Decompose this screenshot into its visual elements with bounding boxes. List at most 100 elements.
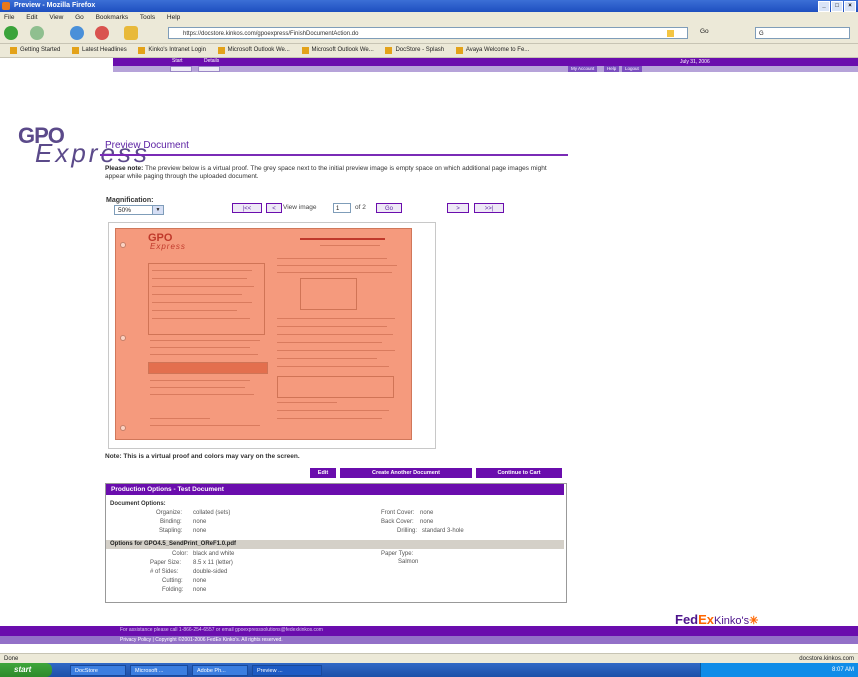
taskbar-item[interactable]: Microsoft ... [130,665,188,676]
last-page-button[interactable]: >>| [474,203,504,213]
subtab-2[interactable] [198,66,220,72]
menu-edit[interactable]: Edit [26,14,37,21]
bookmark-item[interactable]: Avaya Welcome to Fe... [455,44,529,57]
preview-text-line [277,342,382,343]
preview-note: Please note: The preview below is a virt… [105,165,565,181]
search-input[interactable]: G [755,27,850,39]
minimize-icon[interactable]: _ [818,1,830,12]
help-button[interactable]: Help [604,66,620,72]
back-icon[interactable] [4,26,18,40]
drilling-label: Drilling: [397,528,418,534]
bookmark-item[interactable]: Latest Headlines [72,44,127,57]
taskbar-item[interactable]: Adobe Ph... [192,665,248,676]
preview-text-line [150,394,254,395]
magnification-select[interactable]: 50% ▼ [114,205,164,215]
hole-punch-mark [120,335,126,341]
preview-text-line [150,425,260,426]
hole-punch-mark [120,425,126,431]
taskbar-item-active[interactable]: Preview ... [252,665,322,676]
page-number-input[interactable]: 1 [333,203,351,213]
maximize-icon[interactable]: □ [831,1,843,12]
preview-table [277,376,394,398]
preview-logo-word: Express [150,242,186,251]
paper-type-label: Paper Type: [381,551,414,557]
firefox-icon [2,2,10,10]
preview-text-line [277,418,382,419]
preview-text-line [150,354,258,355]
taskbar-item[interactable]: DocStore [70,665,126,676]
navigation-toolbar: https://docstore.kinkos.com/gpoexpress/F… [0,23,858,44]
tab-details[interactable]: Details [200,58,223,65]
magnification-value: 50% [118,207,132,214]
title-divider [100,154,568,156]
first-page-button[interactable]: |<< [232,203,262,213]
cutting-label: Cutting: [162,578,183,584]
production-options-header: Production Options - Test Document [106,484,564,495]
edit-button[interactable]: Edit [310,468,336,478]
preview-text-line [277,334,393,335]
footer-copyright[interactable]: Privacy Policy | Copyright ©2001-2006 Fe… [120,637,283,643]
clock: 8:07 AM [831,667,854,673]
logout-button[interactable]: Logout [622,66,642,72]
sides-value: double-sided [193,569,228,575]
preview-text-line [277,326,387,327]
note-label: Please note: [105,165,144,172]
virtual-proof-note: Note: This is a virtual proof and colors… [105,453,300,460]
menu-file[interactable]: File [4,14,14,21]
home-icon[interactable] [124,26,138,40]
go-button[interactable]: Go [700,28,709,35]
tab-start[interactable]: Start [168,58,187,65]
preview-text-line [152,294,242,295]
subtab-1[interactable] [170,66,192,72]
stapling-label: Stapling: [159,528,183,534]
stop-icon[interactable] [95,26,109,40]
lock-icon [667,30,674,37]
forward-icon[interactable] [30,26,44,40]
menu-tools[interactable]: Tools [140,14,155,21]
system-tray: 8:07 AM [700,663,858,677]
next-page-button[interactable]: > [447,203,469,213]
preview-table [300,278,357,310]
continue-to-cart-button[interactable]: Continue to Cart [476,468,562,478]
menu-go[interactable]: Go [75,14,84,21]
front-cover-value: none [420,510,434,516]
preview-text-line [150,340,260,341]
my-account-button[interactable]: My Account [568,66,598,72]
menu-help[interactable]: Help [167,14,180,21]
page-title: Preview Document [105,140,189,151]
paper-type-value: Salmon [398,559,419,565]
preview-text-line [277,350,395,351]
reload-icon[interactable] [70,26,84,40]
bookmarks-toolbar: Getting Started Latest Headlines Kinko's… [0,44,858,58]
bookmark-item[interactable]: DocStore - Splash [385,44,444,57]
page-count-label: of 2 [355,204,366,211]
magnification-label: Magnification: [106,197,154,204]
organize-label: Organize: [156,510,183,516]
start-button[interactable]: start [0,663,52,677]
status-text: Done [4,656,19,662]
window-titlebar: Preview - Mozilla Firefox _ □ × [0,0,858,12]
stapling-value: none [193,528,207,534]
preview-text-line [320,245,380,246]
bookmark-item[interactable]: Kinko's Intranet Login [138,44,206,57]
bookmark-item[interactable]: Microsoft Outlook We... [301,44,374,57]
close-icon[interactable]: × [844,1,856,12]
address-bar[interactable]: https://docstore.kinkos.com/gpoexpress/F… [168,27,688,39]
bookmark-item[interactable]: Microsoft Outlook We... [217,44,290,57]
preview-text-line [277,402,337,403]
preview-text-line [150,387,245,388]
bookmark-item[interactable]: Getting Started [10,44,60,57]
logo-fed: Fed [675,612,699,627]
menu-bar: File Edit View Go Bookmarks Tools Help [0,12,858,23]
preview-table [148,362,268,374]
preview-text-line [277,358,377,359]
prev-page-button[interactable]: < [266,203,282,213]
menu-view[interactable]: View [49,14,63,21]
go-page-button[interactable]: Go [376,203,402,213]
preview-text-line [277,366,389,367]
preview-text-line [150,380,250,381]
preview-text-line [152,270,252,271]
drilling-value: standard 3-hole [422,528,464,534]
create-another-document-button[interactable]: Create Another Document [340,468,472,478]
menu-bookmarks[interactable]: Bookmarks [96,14,129,21]
